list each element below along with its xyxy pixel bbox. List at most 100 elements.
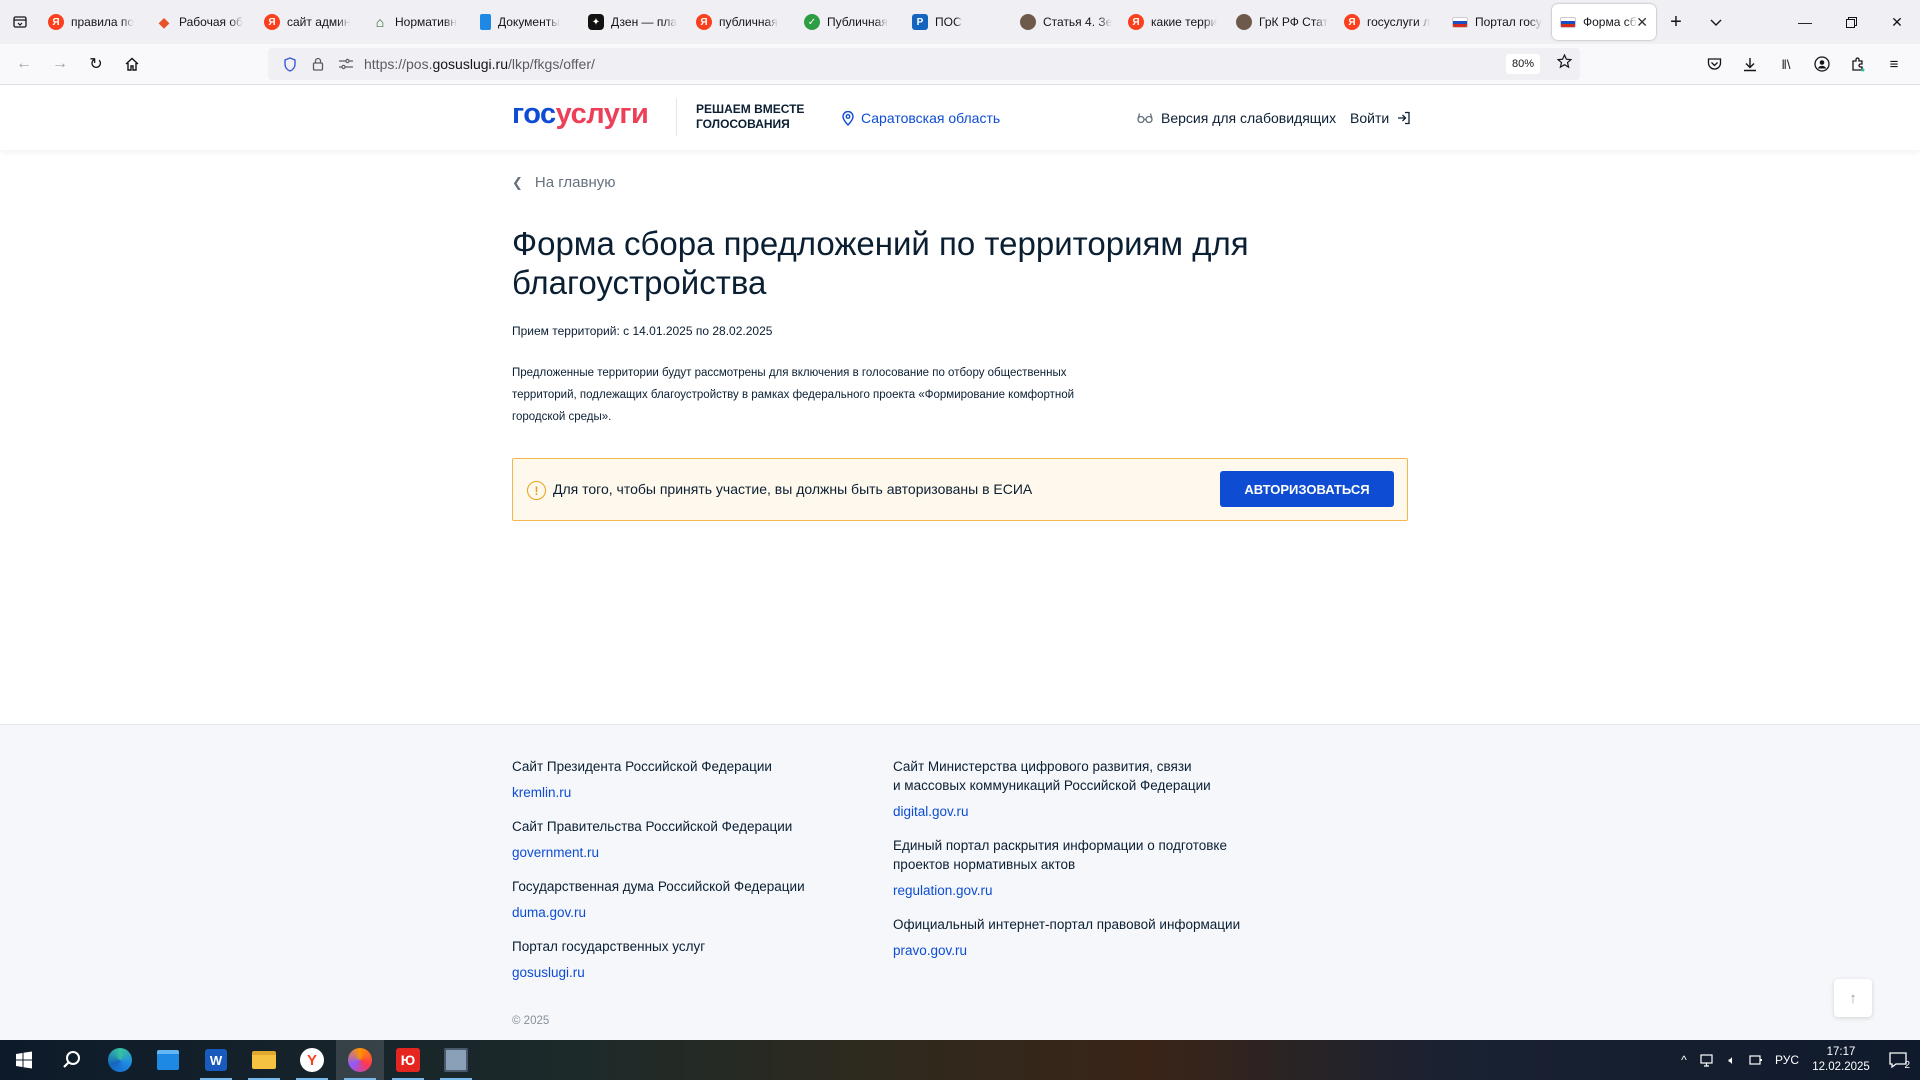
browser-tab[interactable]: Документы (472, 4, 580, 40)
network-button[interactable] (1696, 1053, 1720, 1067)
list-all-tabs-button[interactable] (0, 0, 40, 44)
copyright: © 2025 (512, 1015, 550, 1027)
permissions-icon[interactable] (332, 58, 360, 70)
gosuslugi-logo[interactable]: госуслуги (512, 98, 649, 131)
taskbar-user-app-button[interactable] (432, 1040, 480, 1080)
tracking-protection-shield-icon[interactable] (276, 56, 304, 72)
new-tab-button[interactable]: + (1656, 4, 1696, 40)
taskbar-word-button[interactable]: W (192, 1040, 240, 1080)
browser-tab[interactable]: Япубличная (688, 4, 796, 40)
government-building-icon: ⌂ (375, 14, 385, 30)
header-divider (676, 98, 677, 136)
volume-button[interactable]: 🔈︎ (1720, 1053, 1744, 1068)
region-selector[interactable]: Саратовская область (842, 110, 1000, 126)
browser-tab[interactable]: Ягосуслуги л (1336, 4, 1444, 40)
footer-link[interactable]: digital.gov.ru (893, 802, 1293, 821)
home-icon (125, 57, 139, 71)
logo-part-uslugi: услуги (555, 98, 649, 130)
slogan-line-1: Решаем вместе (696, 102, 805, 116)
language-indicator[interactable]: РУС (1768, 1053, 1806, 1067)
extensions-puzzle-icon (1852, 57, 1865, 72)
url-prefix: https://pos. (364, 56, 433, 72)
downloads-button[interactable] (1732, 48, 1768, 80)
bookmark-star-icon[interactable] (1556, 53, 1573, 72)
footer-link[interactable]: regulation.gov.ru (893, 881, 1293, 900)
taskbar-yandex-browser-button[interactable]: Y (288, 1040, 336, 1080)
footer-link[interactable]: government.ru (512, 843, 852, 862)
back-to-home-link[interactable]: ❮ На главную (512, 174, 616, 191)
footer-link[interactable]: pravo.gov.ru (893, 941, 1293, 960)
russia-flag-icon (1560, 16, 1576, 28)
zoom-level-button[interactable]: 80% (1505, 54, 1540, 74)
power-button[interactable] (1744, 1054, 1768, 1066)
taskbar-search-button[interactable] (48, 1040, 96, 1080)
tab-label: Публичная (827, 15, 888, 29)
minimize-icon: — (1798, 14, 1812, 30)
url-text[interactable]: https://pos.gosuslugi.ru/lkp/fkgs/offer/ (364, 56, 595, 72)
browser-tab[interactable]: ✓ Публичная (796, 4, 904, 40)
minimize-button[interactable]: — (1782, 0, 1828, 44)
back-button[interactable]: ← (6, 48, 42, 80)
arrow-up-icon: ↑ (1849, 989, 1857, 1007)
network-icon (1700, 1053, 1713, 1067)
download-icon (1744, 57, 1756, 71)
scroll-to-top-button[interactable]: ↑ (1834, 979, 1872, 1017)
forward-button[interactable]: → (42, 48, 78, 80)
close-window-button[interactable]: ✕ (1874, 0, 1920, 44)
close-tab-icon[interactable]: ✕ (1636, 14, 1648, 31)
clock[interactable]: 17:17 12.02.2025 (1806, 1045, 1876, 1075)
chevron-left-icon: ❮ (512, 174, 523, 190)
login-link[interactable]: Войти (1350, 110, 1411, 126)
footer-link[interactable]: gosuslugi.ru (512, 963, 852, 982)
browser-tab[interactable]: ГрК РФ Стат (1228, 4, 1336, 40)
tab-label: Нормативн (395, 15, 457, 29)
alert-text: Для того, чтобы принять участие, вы долж… (553, 481, 1033, 497)
store-icon (157, 1050, 179, 1070)
home-button[interactable] (114, 48, 150, 80)
tab-label: ГрК РФ Стат (1259, 15, 1328, 29)
address-bar[interactable]: https://pos.gosuslugi.ru/lkp/fkgs/offer/… (268, 48, 1580, 80)
footer-item-title: Единый портал раскрытия информации о под… (893, 836, 1293, 874)
browser-tab[interactable]: ✦ Дзен — пла (580, 4, 688, 40)
notification-center-button[interactable]: 2 (1876, 1040, 1920, 1080)
vision-impaired-version-link[interactable]: Версия для слабовидящих (1137, 110, 1336, 126)
browser-tab[interactable]: Яправила по (40, 4, 148, 40)
taskbar-edge-button[interactable] (96, 1040, 144, 1080)
show-hidden-icons-button[interactable]: ^ (1672, 1053, 1696, 1067)
browser-tab[interactable]: Ясайт админ (256, 4, 364, 40)
library-button[interactable]: ǁ\ (1768, 48, 1804, 80)
tab-label: Дзен — пла (611, 15, 678, 29)
taskbar-start-button[interactable] (0, 1040, 48, 1080)
browser-toolbar-right: ǁ\ ≡ (1696, 48, 1912, 80)
lock-icon[interactable] (304, 57, 332, 71)
url-domain: gosuslugi.ru (432, 56, 508, 72)
tab-label: Форма сб (1583, 15, 1637, 29)
taskbar-yandex-music-button[interactable]: Ю (384, 1040, 432, 1080)
taskbar-firefox-button[interactable] (336, 1040, 384, 1080)
account-button[interactable] (1804, 48, 1840, 80)
footer-item-title: Государственная дума Российской Федераци… (512, 879, 805, 894)
footer-item-title: Официальный интернет-портал правовой инф… (893, 915, 1293, 934)
tab-overflow-button[interactable] (1696, 4, 1736, 40)
browser-tab[interactable]: ◆ Рабочая об (148, 4, 256, 40)
extensions-button[interactable] (1840, 48, 1876, 80)
browser-tab[interactable]: Форма сб ✕ (1552, 4, 1656, 40)
browser-tab[interactable]: Р ПОС (904, 4, 1012, 40)
acceptance-period: Прием территорий: с 14.01.2025 по 28.02.… (512, 324, 773, 338)
footer-item-title-line: и массовых коммуникаций Российской Федер… (893, 778, 1211, 793)
authorize-button[interactable]: Авторизоваться (1220, 471, 1394, 507)
taskbar-store-button[interactable] (144, 1040, 192, 1080)
restore-button[interactable] (1828, 0, 1874, 44)
pocket-button[interactable] (1696, 48, 1732, 80)
browser-tab[interactable]: Статья 4. Зе (1012, 4, 1120, 40)
footer-link[interactable]: kremlin.ru (512, 783, 852, 802)
app-menu-button[interactable]: ≡ (1876, 48, 1912, 80)
login-icon (1398, 111, 1410, 125)
browser-tab[interactable]: ⌂ Нормативн (364, 4, 472, 40)
footer-link[interactable]: duma.gov.ru (512, 903, 852, 922)
reload-button[interactable]: ↻ (78, 48, 114, 80)
vision-version-label: Версия для слабовидящих (1161, 110, 1337, 126)
browser-tab[interactable]: Якакие терри (1120, 4, 1228, 40)
browser-tab[interactable]: Портал госу (1444, 4, 1552, 40)
taskbar-explorer-button[interactable] (240, 1040, 288, 1080)
